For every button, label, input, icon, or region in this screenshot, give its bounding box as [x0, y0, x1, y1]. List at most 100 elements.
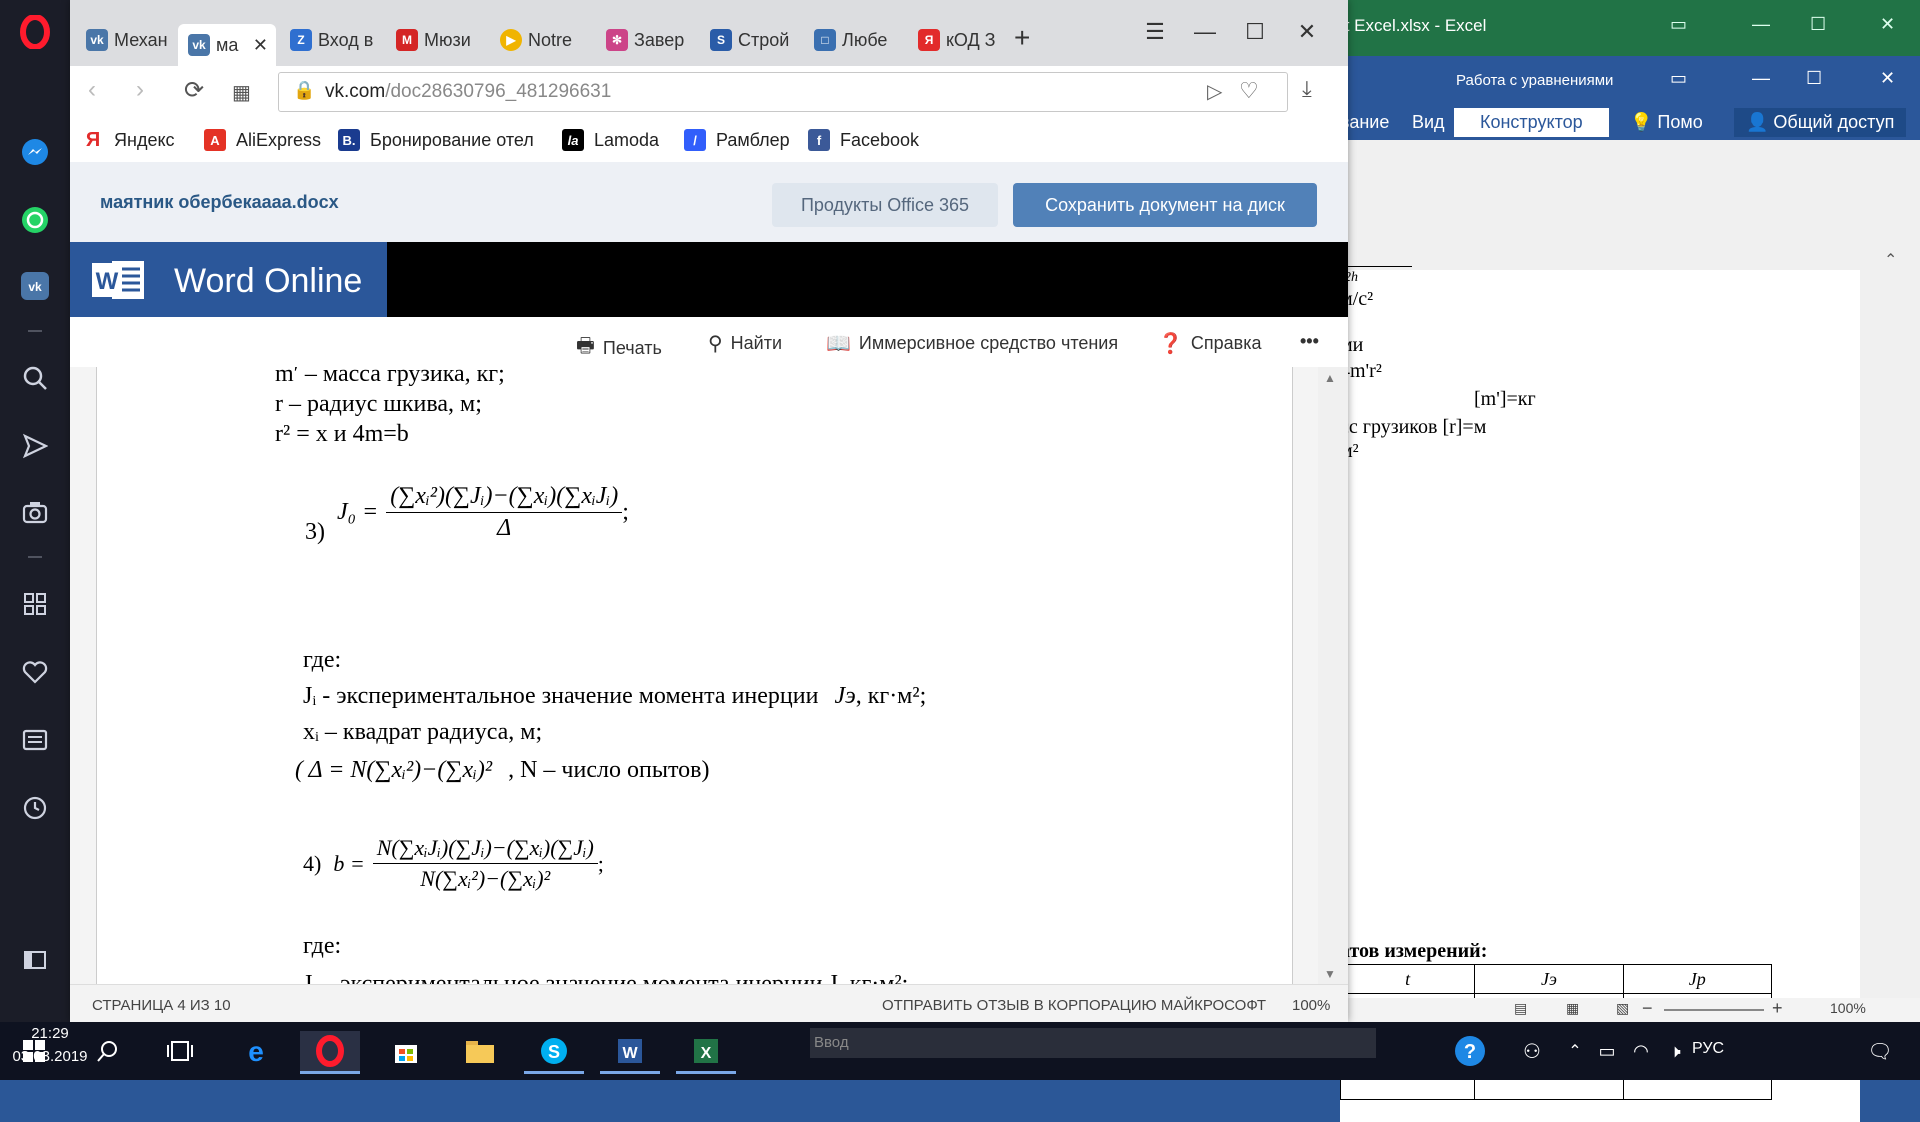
word-online-brand[interactable]: W Word Online	[70, 242, 387, 317]
ribbon-display-icon[interactable]: ▭	[1670, 14, 1687, 35]
print-layout-icon[interactable]: ▦	[1566, 1000, 1579, 1017]
volume-icon[interactable]: 🕨	[1658, 1031, 1692, 1071]
download-icon[interactable]: ⤓	[1302, 76, 1312, 102]
reload-icon[interactable]: ⟳	[184, 76, 204, 105]
bookmark-item[interactable]: / Рамблер	[684, 128, 790, 152]
heart-icon[interactable]	[0, 652, 70, 692]
store-icon[interactable]	[376, 1031, 436, 1071]
ribbon-tab-view[interactable]: Вид	[1412, 112, 1445, 133]
search-icon[interactable]	[78, 1031, 138, 1071]
bookmark-heart-icon[interactable]: ♡	[1239, 78, 1259, 104]
bookmark-item[interactable]: Я Яндекс	[82, 128, 175, 152]
grid-icon[interactable]	[0, 584, 70, 624]
bookmark-label: Рамблер	[716, 129, 790, 150]
news-icon[interactable]	[0, 720, 70, 760]
find-button[interactable]: ⚲ Найти	[708, 331, 782, 356]
excel-icon[interactable]: X	[676, 1031, 736, 1074]
explorer-icon[interactable]	[450, 1031, 510, 1071]
maximize-icon[interactable]: ☐	[1810, 14, 1826, 35]
print-button[interactable]: 🖶 Печать	[576, 331, 662, 365]
toggle-sidebar-icon[interactable]	[0, 940, 70, 980]
new-tab-button[interactable]: +	[1014, 22, 1030, 54]
ribbon-tab-design[interactable]: Конструктор	[1454, 108, 1609, 137]
feedback-link[interactable]: ОТПРАВИТЬ ОТЗЫВ В КОРПОРАЦИЮ МАЙКРОСОФТ	[882, 997, 1266, 1014]
help-tray-icon[interactable]: ?	[1440, 1031, 1500, 1071]
url-text[interactable]: vk.com/doc28630796_481296631	[325, 81, 611, 103]
forward-icon[interactable]: ›	[136, 76, 144, 104]
vk-icon[interactable]: vk	[0, 266, 70, 306]
history-icon[interactable]	[0, 788, 70, 828]
speed-dial-icon[interactable]: ▦	[232, 80, 251, 105]
edge-icon[interactable]: e	[226, 1031, 286, 1071]
minimize-icon[interactable]: —	[1180, 14, 1230, 50]
wifi-icon[interactable]: ◠	[1624, 1031, 1658, 1071]
bookmark-item[interactable]: f Facebook	[808, 128, 919, 152]
tell-me-help[interactable]: 💡 Помо	[1630, 112, 1703, 133]
scroll-down-icon[interactable]: ▼	[1324, 967, 1336, 981]
tab-item[interactable]: ЯкОД З	[908, 24, 1008, 56]
address-bar[interactable]: 🔒 vk.com/doc28630796_481296631 ▷ ♡	[278, 72, 1288, 112]
zoom-in-icon[interactable]: +	[1772, 998, 1783, 1019]
opera-logo-icon[interactable]	[0, 12, 70, 52]
notifications-icon[interactable]: 🗨	[1850, 1031, 1910, 1071]
minimize-icon[interactable]: —	[1752, 14, 1770, 35]
save-to-disk-button[interactable]: Сохранить документ на диск	[1013, 183, 1317, 227]
language-indicator[interactable]: РУС	[1692, 1040, 1724, 1058]
close-icon[interactable]: ✕	[1282, 14, 1332, 50]
scroll-up-icon[interactable]: ⌃	[1884, 250, 1904, 350]
people-icon[interactable]: ⚇	[1502, 1031, 1562, 1071]
zoom-level[interactable]: 100%	[1830, 1000, 1866, 1016]
office365-products-button[interactable]: Продукты Office 365	[772, 183, 998, 227]
background-office-window: ft Excel.xlsx - Excel ▭ — ☐ ✕ Работа с у…	[1339, 0, 1920, 1122]
tab-item[interactable]: ✻ Завер	[596, 24, 696, 56]
task-view-icon[interactable]	[150, 1031, 210, 1071]
zoom-level[interactable]: 100%	[1292, 997, 1330, 1014]
tab-item[interactable]: □ Любе	[804, 24, 904, 56]
maximize-icon[interactable]: ☐	[1230, 14, 1280, 50]
send-page-icon[interactable]: ▷	[1207, 79, 1222, 104]
tab-item[interactable]: M Мюзи	[386, 24, 486, 56]
back-icon[interactable]: ‹	[88, 76, 96, 104]
immersive-reader-button[interactable]: 📖 Иммерсивное средство чтения	[826, 331, 1118, 356]
tab-item[interactable]: vk Механ	[76, 24, 176, 56]
tab-item[interactable]: Z Вход в	[280, 24, 380, 56]
skype-icon[interactable]: S	[524, 1031, 584, 1074]
tray-expand-icon[interactable]: ⌃	[1560, 1031, 1590, 1071]
opera-icon[interactable]	[300, 1031, 360, 1074]
battery-icon[interactable]: ▭	[1590, 1031, 1624, 1071]
search-icon[interactable]	[0, 358, 70, 398]
ribbon-options-icon[interactable]: ▭	[1670, 68, 1687, 89]
windows-start-icon[interactable]	[4, 1031, 64, 1071]
equation-number: 4)	[303, 850, 322, 876]
bookmark-item[interactable]: A AliExpress	[204, 128, 321, 152]
read-mode-icon[interactable]: ▤	[1514, 1000, 1527, 1017]
zoom-slider[interactable]	[1664, 1009, 1764, 1011]
word-icon[interactable]: W	[600, 1031, 660, 1074]
printer-icon: 🖶	[576, 335, 595, 357]
scroll-up-icon[interactable]: ▲	[1324, 371, 1336, 385]
whatsapp-icon[interactable]	[0, 200, 70, 240]
tab-item[interactable]: S Строй	[700, 24, 800, 56]
print-label: Печать	[602, 337, 662, 358]
send-icon[interactable]	[0, 426, 70, 466]
tab-item[interactable]: ▶ Notre	[490, 24, 590, 56]
more-options-button[interactable]: •••	[1300, 331, 1319, 352]
minimize-icon[interactable]: —	[1752, 68, 1770, 89]
bookmark-item[interactable]: B. Бронирование отел	[338, 128, 534, 152]
help-button[interactable]: ❓ Справка	[1158, 331, 1262, 356]
bg-input-field[interactable]: Ввод	[810, 1028, 1376, 1058]
close-tab-icon[interactable]: ✕	[253, 35, 268, 56]
maximize-icon[interactable]: ☐	[1806, 68, 1822, 89]
close-icon[interactable]: ✕	[1880, 68, 1895, 89]
close-icon[interactable]: ✕	[1880, 14, 1895, 35]
tab-item-active[interactable]: vk ма ✕	[178, 24, 276, 66]
web-layout-icon[interactable]: ▧	[1616, 1000, 1629, 1017]
tab-menu-icon[interactable]: ☰	[1130, 14, 1180, 50]
messenger-icon[interactable]	[0, 132, 70, 172]
word-status-bar: ▤ ▦ ▧ − + 100%	[1340, 998, 1920, 1022]
vertical-scrollbar[interactable]: ▲ ▼	[1318, 367, 1348, 984]
zoom-out-icon[interactable]: −	[1642, 998, 1653, 1019]
share-button[interactable]: 👤 Общий доступ	[1734, 108, 1907, 137]
camera-icon[interactable]	[0, 492, 70, 532]
bookmark-item[interactable]: la Lamoda	[562, 128, 659, 152]
